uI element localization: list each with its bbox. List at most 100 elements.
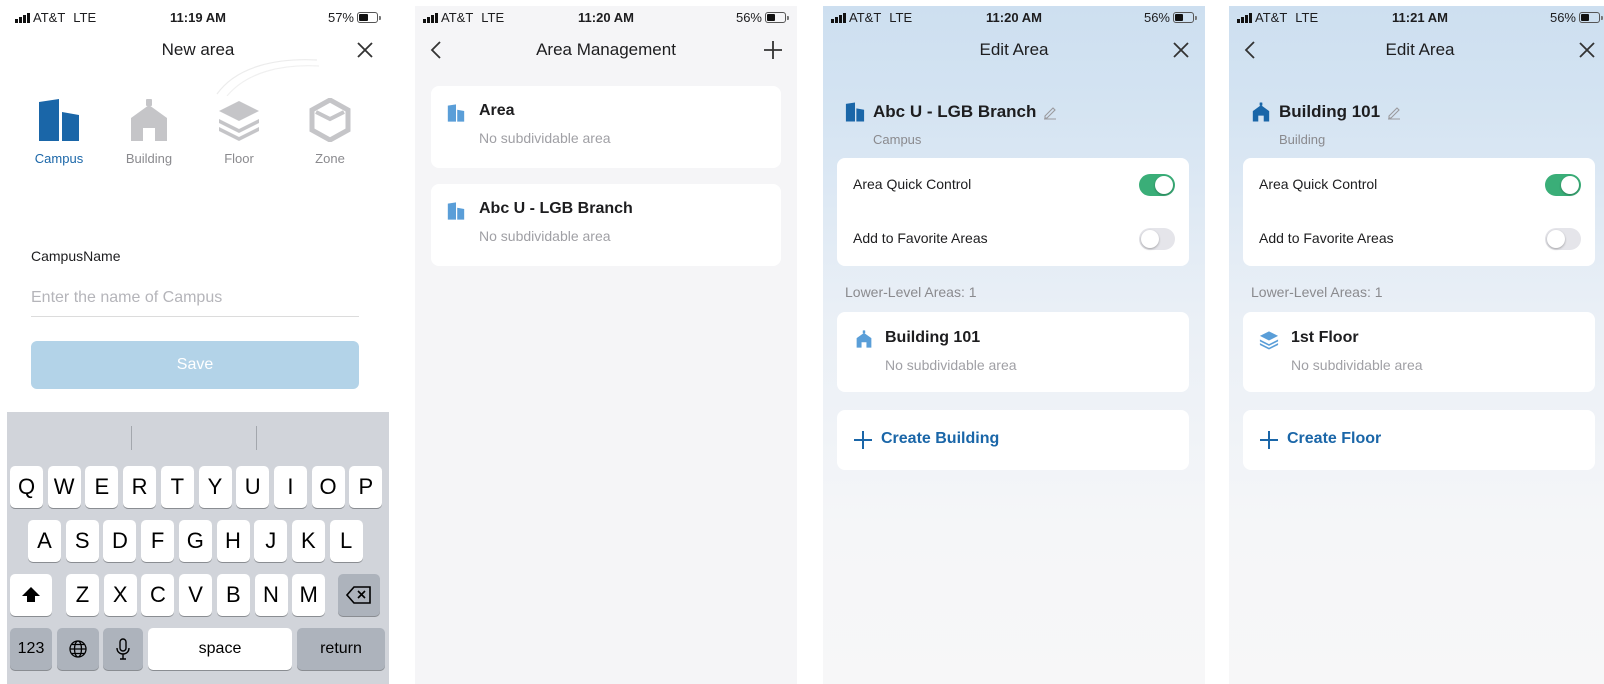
area-list-item[interactable]: Area No subdividable area xyxy=(431,86,781,168)
area-management-screen: AT&T LTE 11:20 AM 56% Area Management Ar… xyxy=(415,6,797,684)
quick-control-toggle[interactable] xyxy=(1545,174,1581,196)
lower-level-label: Lower-Level Areas: 1 xyxy=(1251,284,1383,300)
key[interactable]: N xyxy=(254,574,288,616)
campus-icon xyxy=(447,104,465,122)
quick-control-toggle[interactable] xyxy=(1139,174,1175,196)
page-title: Area Management xyxy=(536,40,676,59)
edit-area-campus-screen: AT&T LTE 11:20 AM 56% Edit Area Abc U - … xyxy=(823,6,1205,684)
favorite-areas-toggle[interactable] xyxy=(1139,228,1175,250)
key[interactable]: D xyxy=(103,520,137,562)
key[interactable]: V xyxy=(179,574,213,616)
close-icon[interactable] xyxy=(1575,38,1599,62)
campus-icon xyxy=(845,102,865,122)
key[interactable]: E xyxy=(85,466,119,508)
building-icon xyxy=(1251,102,1271,122)
key[interactable]: Q xyxy=(10,466,43,508)
backspace-icon xyxy=(346,586,371,604)
battery-percent: 56% xyxy=(1549,10,1576,25)
key[interactable]: I xyxy=(273,466,307,508)
key[interactable]: W xyxy=(47,466,81,508)
key[interactable]: P xyxy=(349,466,383,508)
key[interactable]: G xyxy=(178,520,212,562)
plus-icon xyxy=(854,431,872,449)
key[interactable]: C xyxy=(141,574,175,616)
page-title: Edit Area xyxy=(1385,40,1455,59)
setting-label: Add to Favorite Areas xyxy=(853,230,988,246)
key[interactable]: B xyxy=(216,574,250,616)
child-area-name: 1st Floor xyxy=(1291,329,1359,346)
key[interactable]: A xyxy=(28,520,61,562)
area-type-building[interactable]: Building xyxy=(109,98,189,166)
key[interactable]: Z xyxy=(66,574,99,616)
space-key[interactable]: space xyxy=(148,628,292,670)
edit-pencil-icon[interactable] xyxy=(1042,104,1058,120)
globe-key[interactable] xyxy=(57,628,99,670)
delete-key[interactable] xyxy=(338,574,380,616)
keyboard: QWERTYUIOP ASDFGHJKL ZXCVBNM 123 space ret… xyxy=(7,412,389,684)
key[interactable]: X xyxy=(103,574,137,616)
building-icon xyxy=(855,330,873,348)
favorite-areas-toggle[interactable] xyxy=(1545,228,1581,250)
settings-card: Area Quick Control Add to Favorite Areas xyxy=(1243,158,1595,266)
plus-icon[interactable] xyxy=(761,38,785,62)
key[interactable]: J xyxy=(254,520,288,562)
child-area-item[interactable]: 1st Floor No subdividable area xyxy=(1243,312,1595,392)
key[interactable]: M xyxy=(292,574,326,616)
child-area-name: Building 101 xyxy=(885,329,981,346)
key[interactable]: F xyxy=(141,520,175,562)
create-label: Create Building xyxy=(881,430,1000,447)
microphone-key[interactable] xyxy=(103,628,143,670)
setting-label: Add to Favorite Areas xyxy=(1259,230,1394,246)
key[interactable]: Y xyxy=(198,466,232,508)
settings-card: Area Quick Control Add to Favorite Areas xyxy=(837,158,1189,266)
area-header: Building 101 xyxy=(1279,102,1402,122)
numbers-key[interactable]: 123 xyxy=(10,628,52,670)
battery-icon xyxy=(1579,12,1600,23)
page-title: New area xyxy=(161,40,235,59)
area-type-label: Building xyxy=(1279,132,1326,147)
key[interactable]: S xyxy=(65,520,99,562)
create-floor-button[interactable]: Create Floor xyxy=(1243,410,1595,470)
key[interactable]: T xyxy=(160,466,194,508)
new-area-screen: AT&T LTE 11:19 AM 57% New area Campus Bu… xyxy=(7,6,389,684)
status-bar: AT&T LTE 11:21 AM 56% xyxy=(1229,6,1604,28)
area-type-floor[interactable]: Floor xyxy=(199,98,279,166)
return-key[interactable]: return xyxy=(297,628,385,670)
campus-name-label: CampusName xyxy=(31,248,121,264)
close-icon[interactable] xyxy=(1169,38,1193,62)
key[interactable]: L xyxy=(329,520,363,562)
area-name: Abc U - LGB Branch xyxy=(873,102,1037,121)
key[interactable]: U xyxy=(236,466,270,508)
key[interactable]: R xyxy=(123,466,157,508)
area-type-campus[interactable]: Campus xyxy=(19,98,99,166)
shift-key[interactable] xyxy=(10,574,52,616)
create-building-button[interactable]: Create Building xyxy=(837,410,1189,470)
area-name: Building 101 xyxy=(1279,102,1381,121)
child-area-subtitle: No subdividable area xyxy=(1291,357,1423,373)
status-bar: AT&T LTE 11:20 AM 56% xyxy=(415,6,797,28)
child-area-item[interactable]: Building 101 No subdividable area xyxy=(837,312,1189,392)
shift-icon xyxy=(22,587,40,602)
campus-icon xyxy=(447,202,465,220)
setting-label: Area Quick Control xyxy=(1259,176,1378,192)
key[interactable]: H xyxy=(216,520,250,562)
close-icon[interactable] xyxy=(353,38,377,62)
battery-percent: 56% xyxy=(1143,10,1170,25)
status-bar: AT&T LTE 11:20 AM 56% xyxy=(823,6,1205,28)
building-icon xyxy=(127,98,171,142)
area-type-zone[interactable]: Zone xyxy=(290,98,370,166)
area-header: Abc U - LGB Branch xyxy=(873,102,1058,122)
plus-icon xyxy=(1260,431,1278,449)
child-area-subtitle: No subdividable area xyxy=(885,357,1017,373)
quick-control-row: Area Quick Control xyxy=(1259,158,1581,212)
key[interactable]: O xyxy=(311,466,345,508)
area-list-item[interactable]: Abc U - LGB Branch No subdividable area xyxy=(431,184,781,266)
area-type-label: Campus xyxy=(873,132,922,147)
save-button[interactable]: Save xyxy=(31,341,359,389)
status-bar: AT&T LTE 11:19 AM 57% xyxy=(7,6,389,28)
key[interactable]: K xyxy=(291,520,325,562)
campus-name-input[interactable] xyxy=(31,280,359,317)
area-type-label: Floor xyxy=(224,151,254,166)
edit-pencil-icon[interactable] xyxy=(1386,104,1402,120)
favorite-areas-row: Add to Favorite Areas xyxy=(853,212,1175,266)
